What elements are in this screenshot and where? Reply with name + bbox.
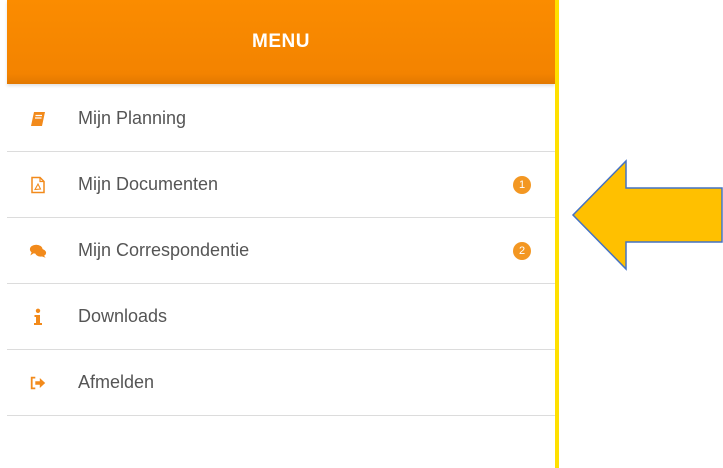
unread-count-badge: 2 [513,241,531,260]
menu-item-mijn-planning[interactable]: Mijn Planning [7,86,555,152]
menu-item-downloads[interactable]: Downloads [7,284,555,350]
menu-item-label: Mijn Documenten [78,174,219,194]
menu-item-mijn-documenten[interactable]: Mijn Documenten 1 [7,152,555,218]
book-icon [29,110,47,128]
side-menu-panel: MENU Mijn Planning Mijn Documenten 1 Mij… [7,0,555,468]
chat-bubbles-icon [29,242,47,260]
panel-border [555,0,559,468]
sign-out-icon [29,374,47,392]
menu-item-label: Mijn Planning [78,108,187,128]
annotation-arrow-icon [571,159,723,271]
info-icon [29,308,47,326]
menu-header: MENU [7,0,555,84]
menu-item-mijn-correspondentie[interactable]: Mijn Correspondentie 2 [7,218,555,284]
menu-item-label: Downloads [78,306,168,326]
unread-count-badge: 1 [513,175,531,194]
pdf-file-icon [29,176,47,194]
menu-item-label: Mijn Correspondentie [78,240,250,260]
menu-title: MENU [252,31,310,52]
menu-item-label: Afmelden [78,372,155,392]
menu-item-afmelden[interactable]: Afmelden [7,350,555,416]
menu-list: Mijn Planning Mijn Documenten 1 Mijn Cor… [7,86,555,416]
